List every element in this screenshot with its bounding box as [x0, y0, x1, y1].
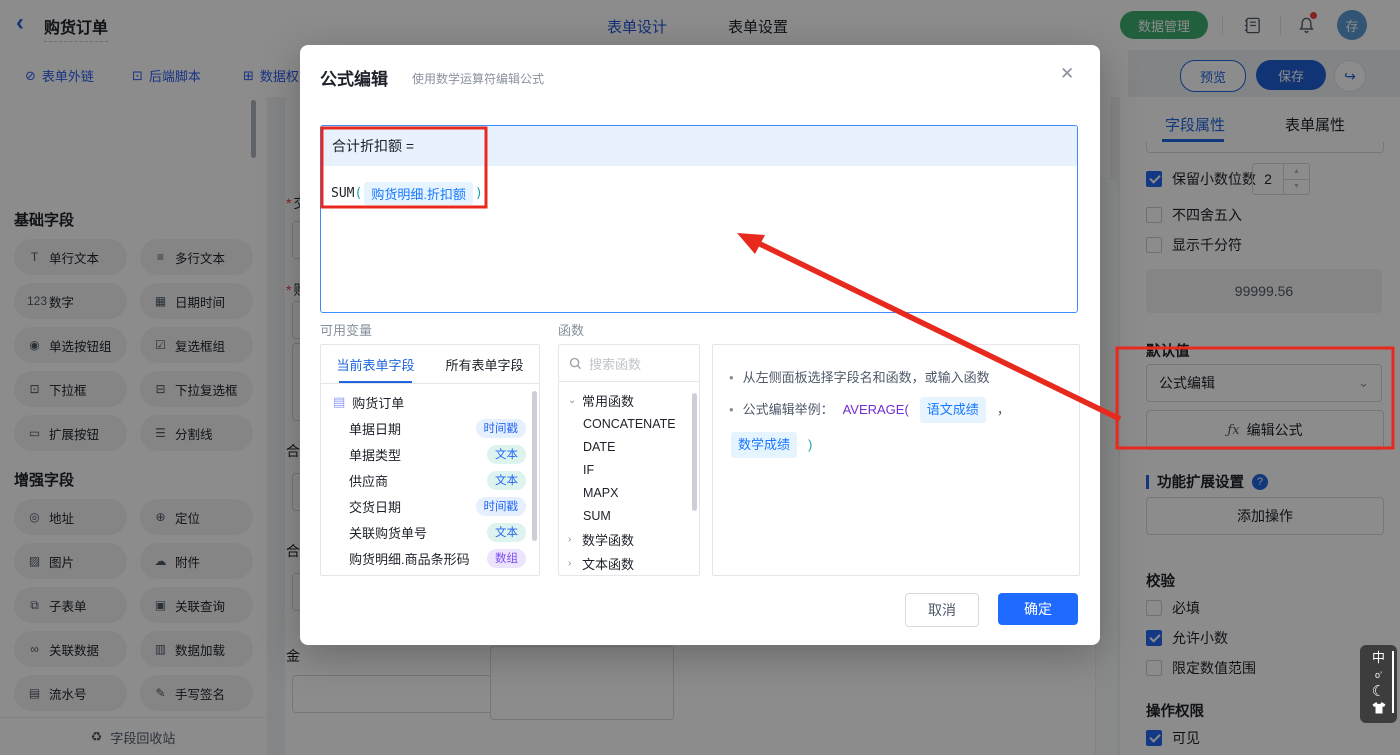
tip-example-prefix: 公式编辑举例： [743, 399, 834, 421]
bullet: • [729, 399, 734, 421]
tip-line-1: • 从左侧面板选择字段名和函数，或输入函数 [729, 367, 1063, 389]
tshirt-theme-icon[interactable] [1372, 702, 1386, 717]
text-cursor [485, 185, 487, 202]
chevron-down-icon: ⌄ [568, 395, 577, 406]
function-name: SUM [331, 186, 354, 201]
example-close-paren: ) [808, 434, 812, 456]
example-comma: ， [997, 399, 1010, 421]
app-root: ‹ 购货订单 表单设计 表单设置 数据管理 存 ⊘表单外链⊡后端脚本⊞数据权限 … [0, 0, 1400, 755]
cancel-button[interactable]: 取消 [905, 593, 979, 627]
function-tree: ⌄ 常用函数 CONCATENATEDATEIFMAPXSUM › 数学函数 › 文本函数 [559, 382, 699, 575]
paren-open: ( [354, 186, 362, 201]
function-search-input[interactable]: 搜索函数 [559, 345, 699, 382]
modal-title: 公式编辑 [320, 65, 388, 90]
function-group-row[interactable]: ⌄ 常用函数 [559, 388, 699, 412]
search-icon [569, 357, 582, 370]
type-badge: 数组 [487, 549, 526, 568]
formula-edit-modal: 公式编辑 使用数学运算符编辑公式 ✕ 合计折扣额 = SUM( 购货明细.折扣额… [300, 45, 1100, 645]
bullet: • [729, 367, 734, 389]
variable-row[interactable]: 单据类型 文本 [321, 441, 539, 467]
variables-scrollbar[interactable] [532, 391, 537, 541]
function-group-row[interactable]: › 文本函数 [559, 551, 699, 575]
functions-section-label: 函数 [558, 320, 584, 339]
type-badge: 文本 [487, 471, 526, 490]
functions-panel: 搜索函数 ⌄常用函数CONCATENATEDATEIFMAPXSUM›数学函数›… [558, 344, 700, 576]
variable-name: 供应商 [349, 471, 388, 490]
variables-section-label: 可用变量 [320, 320, 372, 339]
dark-mode-moon-icon[interactable]: ☾ [1372, 685, 1385, 699]
variable-tabs: 当前表单字段 所有表单字段 [321, 345, 539, 384]
modal-subtitle: 使用数学运算符编辑公式 [412, 70, 544, 87]
variable-name: 单据日期 [349, 419, 401, 438]
variable-row[interactable]: 交货日期 时间戳 [321, 493, 539, 519]
variable-chip[interactable]: 购货明细.折扣额 [364, 182, 473, 205]
tip-text: 从左侧面板选择字段名和函数，或输入函数 [743, 367, 990, 389]
variable-name: 购货明细.商品条形码 [349, 549, 470, 568]
cursor-tool-icon[interactable]: o’ [1375, 668, 1382, 682]
ime-chinese-icon[interactable]: 中 [1372, 651, 1385, 665]
function-item-CONCATENATE[interactable]: CONCATENATE [559, 412, 699, 435]
function-group-label: 数学函数 [582, 530, 634, 549]
tree-root-label: 购货订单 [352, 393, 404, 412]
variable-row[interactable]: 供应商 文本 [321, 467, 539, 493]
example-chip-2: 数学成绩 [731, 432, 797, 458]
functions-scrollbar[interactable] [692, 393, 697, 511]
variable-name: 单据类型 [349, 445, 401, 464]
function-group-row[interactable]: › 数学函数 [559, 527, 699, 551]
confirm-button[interactable]: 确定 [998, 593, 1078, 625]
function-item-DATE[interactable]: DATE [559, 435, 699, 458]
tips-panel: • 从左侧面板选择字段名和函数，或输入函数 • 公式编辑举例： AVERAGE(… [712, 344, 1080, 576]
formula-editor[interactable]: 合计折扣额 = SUM( 购货明细.折扣额 ) [320, 125, 1078, 313]
tip-line-2: • 公式编辑举例： AVERAGE( 语文成绩 ， 数学成绩 ) [729, 397, 1063, 458]
variable-row[interactable]: 购货明细.商品条形码数组 [321, 545, 539, 571]
type-badge: 时间戳 [476, 419, 527, 438]
function-item-MAPX[interactable]: MAPX [559, 481, 699, 504]
formula-target-label: 合计折扣额 = [321, 126, 1077, 166]
function-item-SUM[interactable]: SUM [559, 504, 699, 527]
variable-name: 关联购货单号 [349, 523, 427, 542]
variable-tree: ▤购货订单单据日期时间戳单据类型文本供应商文本交货日期时间戳关联购货单号文本购货… [321, 384, 539, 571]
tree-root-row[interactable]: ▤ 购货订单 [321, 389, 539, 415]
type-badge: 文本 [487, 523, 526, 542]
variable-row[interactable]: 关联购货单号 文本 [321, 519, 539, 545]
paren-close: ) [475, 186, 483, 201]
close-icon[interactable]: ✕ [1060, 64, 1074, 84]
type-badge: 时间戳 [476, 497, 527, 516]
tab-current-form-fields[interactable]: 当前表单字段 [321, 345, 430, 383]
type-badge: 文本 [487, 445, 526, 464]
chevron-right-icon: › [568, 558, 577, 569]
form-file-icon: ▤ [333, 394, 345, 410]
function-item-IF[interactable]: IF [559, 458, 699, 481]
formula-expression: SUM( 购货明细.折扣额 ) [331, 182, 1077, 205]
function-group-label: 常用函数 [582, 391, 634, 410]
variable-name: 交货日期 [349, 497, 401, 516]
function-group-label: 文本函数 [582, 554, 634, 573]
search-placeholder: 搜索函数 [589, 354, 641, 373]
chevron-right-icon: › [568, 534, 577, 545]
example-function: AVERAGE( [843, 399, 909, 421]
example-chip-1: 语文成绩 [920, 397, 986, 423]
widget-scrollbar [1392, 651, 1394, 713]
variables-panel: 当前表单字段 所有表单字段 ▤购货订单单据日期时间戳单据类型文本供应商文本交货日… [320, 344, 540, 576]
variable-row[interactable]: 单据日期 时间戳 [321, 415, 539, 441]
tab-all-form-fields[interactable]: 所有表单字段 [430, 345, 539, 383]
